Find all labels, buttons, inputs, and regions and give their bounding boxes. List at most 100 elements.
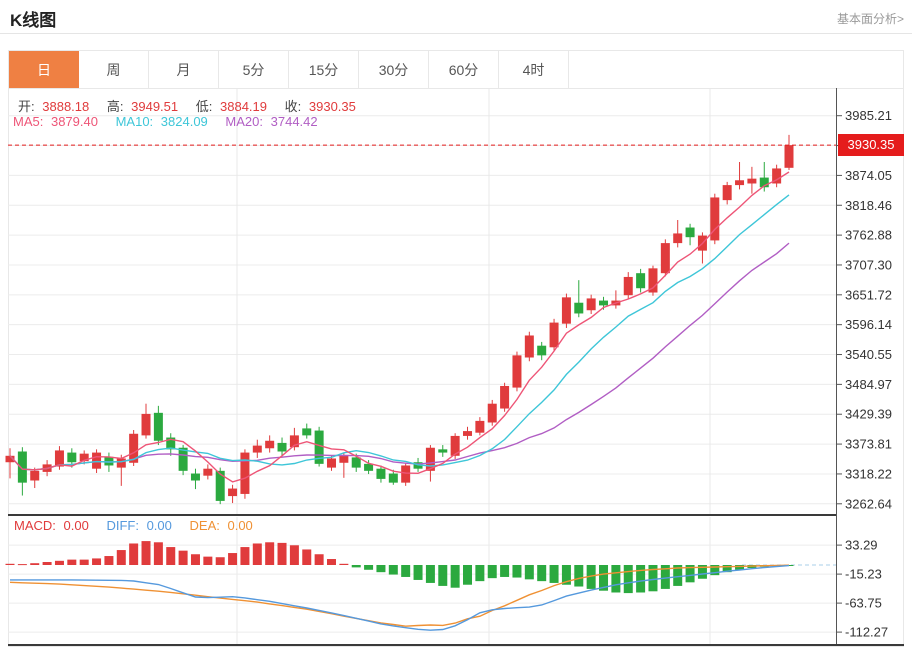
ma10-line — [10, 195, 789, 470]
low-label: 低: — [196, 99, 213, 114]
macd-bar — [426, 565, 435, 583]
candle — [278, 443, 287, 452]
ma5-value: 3879.40 — [51, 114, 98, 129]
candle — [550, 323, 559, 348]
candle — [203, 469, 212, 476]
candle — [723, 185, 732, 200]
y-axis-label: 3484.97 — [845, 377, 892, 392]
candle — [117, 458, 126, 467]
close-value: 3930.35 — [309, 99, 356, 114]
macd-bar — [537, 565, 546, 581]
macd-bar — [401, 565, 410, 577]
candle — [240, 453, 249, 494]
macd-axis-label: -63.75 — [845, 596, 882, 611]
macd-bar — [104, 556, 113, 565]
y-axis-label: 3707.30 — [845, 257, 892, 272]
candle — [265, 441, 274, 449]
y-axis-label: 3373.81 — [845, 437, 892, 452]
macd-bar — [55, 561, 64, 565]
candle — [142, 414, 151, 435]
macd-bar — [278, 543, 287, 565]
macd-bar — [117, 550, 126, 565]
macd-bar — [6, 564, 15, 565]
candle — [500, 386, 509, 409]
candle — [673, 233, 682, 243]
candle — [352, 457, 361, 467]
candle — [228, 489, 237, 497]
macd-bar — [352, 565, 361, 567]
macd-bar — [191, 554, 200, 565]
macd-bar — [265, 542, 274, 565]
y-axis-label: 3874.05 — [845, 168, 892, 183]
macd-bar — [389, 565, 398, 575]
macd-bar — [166, 547, 175, 565]
macd-axis-label: 33.29 — [845, 538, 878, 553]
macd-label: MACD: — [14, 518, 56, 533]
macd-bar — [475, 565, 484, 581]
macd-bar — [240, 547, 249, 565]
y-axis-label: 3318.22 — [845, 466, 892, 481]
macd-bar — [512, 565, 521, 578]
open-label: 开: — [18, 99, 35, 114]
candle — [92, 453, 101, 469]
macd-bar — [302, 549, 311, 565]
macd-bar — [414, 565, 423, 580]
macd-bar — [315, 554, 324, 565]
macd-bar — [18, 564, 27, 565]
macd-axis-label: -15.23 — [845, 567, 882, 582]
y-axis-label: 3651.72 — [845, 287, 892, 302]
macd-bar — [253, 543, 262, 565]
candle — [562, 297, 571, 323]
ma10-value: 3824.09 — [161, 114, 208, 129]
macd-legend: MACD: 0.00 DIFF: 0.00 DEA: 0.00 — [14, 518, 257, 533]
y-axis-label: 3596.14 — [845, 317, 892, 332]
candle — [18, 452, 27, 483]
candle — [636, 273, 645, 288]
candle — [389, 474, 398, 483]
diff-value: 0.00 — [147, 518, 172, 533]
candle — [587, 298, 596, 310]
candle — [364, 464, 373, 471]
macd-bar — [327, 559, 336, 565]
macd-bar — [488, 565, 497, 578]
ma5-label: MA5: — [13, 114, 43, 129]
candle — [488, 404, 497, 423]
candle — [67, 453, 76, 463]
macd-bar — [92, 558, 101, 565]
candle — [339, 456, 348, 463]
macd-bar — [525, 565, 534, 579]
ma20-line — [10, 243, 789, 470]
ma-legend: MA5: 3879.40 MA10: 3824.09 MA20: 3744.42 — [13, 114, 322, 129]
candle — [438, 449, 447, 452]
dea-label: DEA: — [190, 518, 220, 533]
macd-bar — [438, 565, 447, 586]
macd-bar — [43, 562, 52, 565]
candle — [463, 431, 472, 436]
candle — [599, 301, 608, 306]
y-axis-label: 3818.46 — [845, 198, 892, 213]
high-label: 高: — [107, 99, 124, 114]
candle — [154, 413, 163, 441]
candle — [525, 335, 534, 357]
macd-bar — [129, 543, 138, 565]
macd-bar — [500, 565, 509, 577]
ohlc-legend: 开: 3888.18 高: 3949.51 低: 3884.19 收: 3930… — [18, 96, 360, 115]
panel-separator — [8, 514, 836, 516]
macd-bar — [203, 557, 212, 565]
diff-label: DIFF: — [106, 518, 139, 533]
candle — [401, 465, 410, 482]
candle — [574, 303, 583, 314]
bottom-border — [8, 644, 904, 646]
y-axis-label: 3540.55 — [845, 347, 892, 362]
macd-bar — [80, 560, 89, 565]
ma20-value: 3744.42 — [271, 114, 318, 129]
ma10-label: MA10: — [116, 114, 154, 129]
candle — [253, 446, 262, 453]
candle — [747, 179, 756, 184]
macd-axis-label: -112.27 — [845, 625, 888, 640]
high-value: 3949.51 — [131, 99, 178, 114]
macd-bar — [624, 565, 633, 593]
y-axis-label: 3429.39 — [845, 407, 892, 422]
open-value: 3888.18 — [42, 99, 89, 114]
y-axis-label: 3262.64 — [845, 496, 892, 511]
